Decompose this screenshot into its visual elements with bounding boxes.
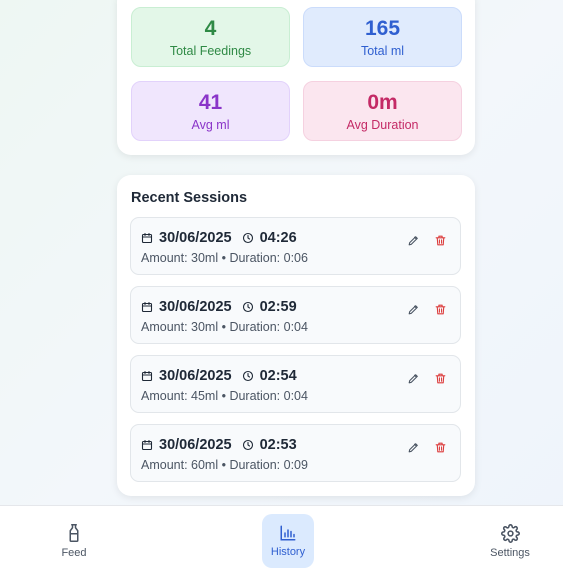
pencil-icon	[408, 373, 418, 383]
clock-icon	[242, 301, 254, 313]
stat-value: 4	[204, 16, 217, 40]
session-detail: Amount: 60ml • Duration: 0:09	[141, 458, 308, 472]
recent-sessions-title: Recent Sessions	[131, 190, 248, 206]
delete-session-button[interactable]	[432, 370, 448, 386]
clock-icon	[242, 370, 254, 382]
nav-label: History	[270, 546, 306, 558]
delete-session-button[interactable]	[432, 232, 448, 248]
session-row[interactable]: 30/06/2025 02:53 Amount: 60ml • Duration…	[130, 424, 461, 482]
session-row[interactable]: 30/06/2025 02:59 Amount: 30ml • Duration…	[130, 286, 461, 344]
nav-label: Settings	[490, 546, 530, 559]
edit-session-button[interactable]	[405, 439, 421, 455]
session-detail: Amount: 30ml • Duration: 0:06	[141, 251, 308, 265]
gear-icon	[500, 523, 520, 543]
stat-label: Total Feedings	[169, 43, 252, 58]
trash-icon	[435, 442, 445, 452]
delete-session-button[interactable]	[432, 301, 448, 317]
session-time: 04:26	[259, 230, 297, 246]
calendar-icon	[141, 301, 153, 313]
session-date: 30/06/2025	[159, 437, 232, 453]
stat-avg-ml: 41 Avg ml	[131, 81, 290, 141]
session-date: 30/06/2025	[159, 299, 232, 315]
bottle-icon	[69, 524, 79, 542]
edit-session-button[interactable]	[405, 232, 421, 248]
session-detail: Amount: 30ml • Duration: 0:04	[141, 320, 308, 334]
bar-chart-icon	[280, 525, 296, 541]
session-time: 02:59	[259, 299, 297, 315]
session-time: 02:53	[259, 437, 297, 453]
stat-label: Avg ml	[191, 117, 230, 132]
session-time: 02:54	[259, 368, 297, 384]
nav-item-history[interactable]: History	[262, 514, 314, 568]
stat-value: 0m	[367, 90, 398, 114]
nav-item-settings[interactable]: Settings	[484, 514, 536, 568]
pencil-icon	[408, 304, 418, 314]
clock-icon	[242, 232, 254, 244]
session-date: 30/06/2025	[159, 368, 232, 384]
session-date: 30/06/2025	[159, 230, 232, 246]
stat-avg-duration: 0m Avg Duration	[303, 81, 462, 141]
clock-icon	[242, 439, 254, 451]
stat-label: Avg Duration	[346, 117, 419, 132]
nav-item-feed[interactable]: Feed	[48, 514, 100, 568]
stats-summary-card: 4 Total Feedings 165 Total ml 41 Avg ml …	[117, 0, 475, 155]
session-row[interactable]: 30/06/2025 04:26 Amount: 30ml • Duration…	[130, 217, 461, 275]
pencil-icon	[408, 235, 418, 245]
pencil-icon	[408, 442, 418, 452]
trash-icon	[435, 304, 445, 314]
edit-session-button[interactable]	[405, 370, 421, 386]
stat-value: 165	[364, 16, 401, 40]
stat-value: 41	[198, 90, 223, 114]
recent-sessions-card: Recent Sessions 30/06/2025 04:26 Amount:…	[117, 175, 475, 496]
trash-icon	[435, 373, 445, 383]
edit-session-button[interactable]	[405, 301, 421, 317]
stat-label: Total ml	[360, 43, 405, 58]
bottom-nav: Feed History Settings	[0, 505, 563, 574]
session-row[interactable]: 30/06/2025 02:54 Amount: 45ml • Duration…	[130, 355, 461, 413]
delete-session-button[interactable]	[432, 439, 448, 455]
stat-total-feedings: 4 Total Feedings	[131, 7, 290, 67]
calendar-icon	[141, 439, 153, 451]
trash-icon	[435, 235, 445, 245]
session-detail: Amount: 45ml • Duration: 0:04	[141, 389, 308, 403]
nav-label: Feed	[61, 547, 87, 559]
stat-total-ml: 165 Total ml	[303, 7, 462, 67]
calendar-icon	[141, 232, 153, 244]
calendar-icon	[141, 370, 153, 382]
